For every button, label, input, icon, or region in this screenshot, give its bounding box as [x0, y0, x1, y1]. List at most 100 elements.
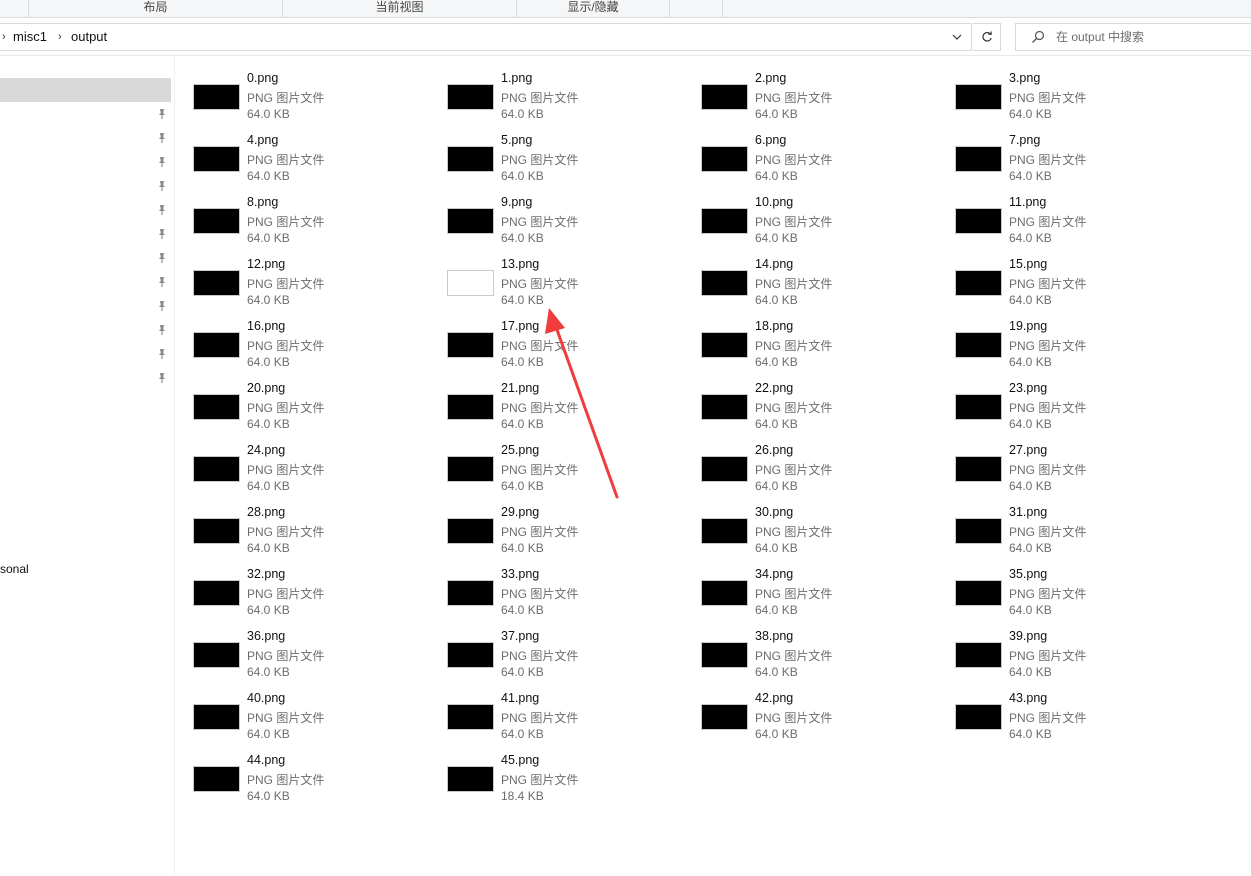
- file-name: 0.png: [247, 71, 279, 85]
- file-item[interactable]: 10.png PNG 图片文件 64.0 KB: [701, 195, 951, 254]
- pin-icon[interactable]: [156, 276, 168, 288]
- file-name: 30.png: [755, 505, 794, 519]
- file-name: 42.png: [755, 691, 794, 705]
- file-item[interactable]: 13.png PNG 图片文件 64.0 KB: [447, 257, 697, 316]
- file-item[interactable]: 5.png PNG 图片文件 64.0 KB: [447, 133, 697, 192]
- file-item[interactable]: 33.png PNG 图片文件 64.0 KB: [447, 567, 697, 626]
- pin-icon[interactable]: [156, 300, 168, 312]
- file-size: 64.0 KB: [755, 293, 798, 307]
- file-item[interactable]: 29.png PNG 图片文件 64.0 KB: [447, 505, 697, 564]
- search-placeholder: 在 output 中搜索: [1056, 30, 1145, 44]
- file-item[interactable]: 37.png PNG 图片文件 64.0 KB: [447, 629, 697, 688]
- file-item[interactable]: 39.png PNG 图片文件 64.0 KB: [955, 629, 1205, 688]
- file-name: 37.png: [501, 629, 540, 643]
- pin-icon[interactable]: [156, 156, 168, 168]
- nav-selected-item[interactable]: [0, 78, 171, 102]
- file-item[interactable]: 34.png PNG 图片文件 64.0 KB: [701, 567, 951, 626]
- file-size: 64.0 KB: [755, 231, 798, 245]
- file-item[interactable]: 43.png PNG 图片文件 64.0 KB: [955, 691, 1205, 750]
- file-item[interactable]: 27.png PNG 图片文件 64.0 KB: [955, 443, 1205, 502]
- file-item[interactable]: 9.png PNG 图片文件 64.0 KB: [447, 195, 697, 254]
- file-item[interactable]: 12.png PNG 图片文件 64.0 KB: [193, 257, 443, 316]
- pin-icon[interactable]: [156, 228, 168, 240]
- file-thumbnail: [193, 456, 240, 482]
- file-item[interactable]: 42.png PNG 图片文件 64.0 KB: [701, 691, 951, 750]
- file-thumbnail: [955, 518, 1002, 544]
- file-thumbnail: [701, 456, 748, 482]
- pin-icon[interactable]: [156, 180, 168, 192]
- file-item[interactable]: 17.png PNG 图片文件 64.0 KB: [447, 319, 697, 378]
- file-thumbnail: [447, 270, 494, 296]
- file-size: 64.0 KB: [1009, 665, 1052, 679]
- file-name: 38.png: [755, 629, 794, 643]
- breadcrumb-chevron-icon[interactable]: ›: [2, 24, 6, 50]
- file-item[interactable]: 16.png PNG 图片文件 64.0 KB: [193, 319, 443, 378]
- file-item[interactable]: 44.png PNG 图片文件 64.0 KB: [193, 753, 443, 812]
- address-bar[interactable]: › misc1 › output: [0, 23, 972, 51]
- file-name: 17.png: [501, 319, 540, 333]
- address-history-chevron-down-icon[interactable]: [946, 24, 968, 50]
- file-item[interactable]: 40.png PNG 图片文件 64.0 KB: [193, 691, 443, 750]
- file-thumbnail: [193, 146, 240, 172]
- file-item[interactable]: 23.png PNG 图片文件 64.0 KB: [955, 381, 1205, 440]
- file-item[interactable]: 26.png PNG 图片文件 64.0 KB: [701, 443, 951, 502]
- file-size: 64.0 KB: [1009, 417, 1052, 431]
- file-item[interactable]: 7.png PNG 图片文件 64.0 KB: [955, 133, 1205, 192]
- file-item[interactable]: 21.png PNG 图片文件 64.0 KB: [447, 381, 697, 440]
- file-item[interactable]: 32.png PNG 图片文件 64.0 KB: [193, 567, 443, 626]
- file-thumbnail: [955, 704, 1002, 730]
- file-type: PNG 图片文件: [1009, 649, 1087, 663]
- file-item[interactable]: 11.png PNG 图片文件 64.0 KB: [955, 195, 1205, 254]
- pin-icon[interactable]: [156, 348, 168, 360]
- file-item[interactable]: 3.png PNG 图片文件 64.0 KB: [955, 71, 1205, 130]
- file-item[interactable]: 20.png PNG 图片文件 64.0 KB: [193, 381, 443, 440]
- refresh-button[interactable]: [973, 23, 1001, 51]
- file-item[interactable]: 45.png PNG 图片文件 18.4 KB: [447, 753, 697, 812]
- file-item[interactable]: 15.png PNG 图片文件 64.0 KB: [955, 257, 1205, 316]
- pin-icon[interactable]: [156, 132, 168, 144]
- breadcrumb-output[interactable]: output: [71, 24, 107, 50]
- file-thumbnail: [955, 456, 1002, 482]
- file-item[interactable]: 30.png PNG 图片文件 64.0 KB: [701, 505, 951, 564]
- file-item[interactable]: 14.png PNG 图片文件 64.0 KB: [701, 257, 951, 316]
- file-item[interactable]: 19.png PNG 图片文件 64.0 KB: [955, 319, 1205, 378]
- file-type: PNG 图片文件: [755, 525, 833, 539]
- file-size: 64.0 KB: [501, 231, 544, 245]
- file-name: 8.png: [247, 195, 279, 209]
- file-item[interactable]: 8.png PNG 图片文件 64.0 KB: [193, 195, 443, 254]
- file-type: PNG 图片文件: [755, 91, 833, 105]
- file-item[interactable]: 24.png PNG 图片文件 64.0 KB: [193, 443, 443, 502]
- pin-icon[interactable]: [156, 324, 168, 336]
- file-name: 12.png: [247, 257, 286, 271]
- file-item[interactable]: 41.png PNG 图片文件 64.0 KB: [447, 691, 697, 750]
- address-row: › misc1 › output 在 output 中搜索: [0, 18, 1251, 56]
- file-item[interactable]: 4.png PNG 图片文件 64.0 KB: [193, 133, 443, 192]
- pin-icon[interactable]: [156, 204, 168, 216]
- file-type: PNG 图片文件: [501, 773, 579, 787]
- file-size: 64.0 KB: [247, 169, 290, 183]
- file-item[interactable]: 18.png PNG 图片文件 64.0 KB: [701, 319, 951, 378]
- file-name: 34.png: [755, 567, 794, 581]
- file-item[interactable]: 25.png PNG 图片文件 64.0 KB: [447, 443, 697, 502]
- search-input[interactable]: 在 output 中搜索: [1015, 23, 1251, 51]
- file-item[interactable]: 35.png PNG 图片文件 64.0 KB: [955, 567, 1205, 626]
- file-name: 5.png: [501, 133, 533, 147]
- file-item[interactable]: 22.png PNG 图片文件 64.0 KB: [701, 381, 951, 440]
- pin-icon[interactable]: [156, 108, 168, 120]
- file-item[interactable]: 6.png PNG 图片文件 64.0 KB: [701, 133, 951, 192]
- breadcrumb-chevron-icon[interactable]: ›: [58, 24, 62, 50]
- file-item[interactable]: 28.png PNG 图片文件 64.0 KB: [193, 505, 443, 564]
- pin-icon[interactable]: [156, 252, 168, 264]
- nav-item-personal[interactable]: sonal: [0, 562, 29, 576]
- file-item[interactable]: 0.png PNG 图片文件 64.0 KB: [193, 71, 443, 130]
- breadcrumb-misc1[interactable]: misc1: [13, 24, 47, 50]
- file-item[interactable]: 38.png PNG 图片文件 64.0 KB: [701, 629, 951, 688]
- file-item[interactable]: 2.png PNG 图片文件 64.0 KB: [701, 71, 951, 130]
- file-item[interactable]: 1.png PNG 图片文件 64.0 KB: [447, 71, 697, 130]
- file-thumbnail: [447, 394, 494, 420]
- file-size: 64.0 KB: [247, 789, 290, 803]
- file-item[interactable]: 31.png PNG 图片文件 64.0 KB: [955, 505, 1205, 564]
- file-type: PNG 图片文件: [1009, 215, 1087, 229]
- pin-icon[interactable]: [156, 372, 168, 384]
- file-item[interactable]: 36.png PNG 图片文件 64.0 KB: [193, 629, 443, 688]
